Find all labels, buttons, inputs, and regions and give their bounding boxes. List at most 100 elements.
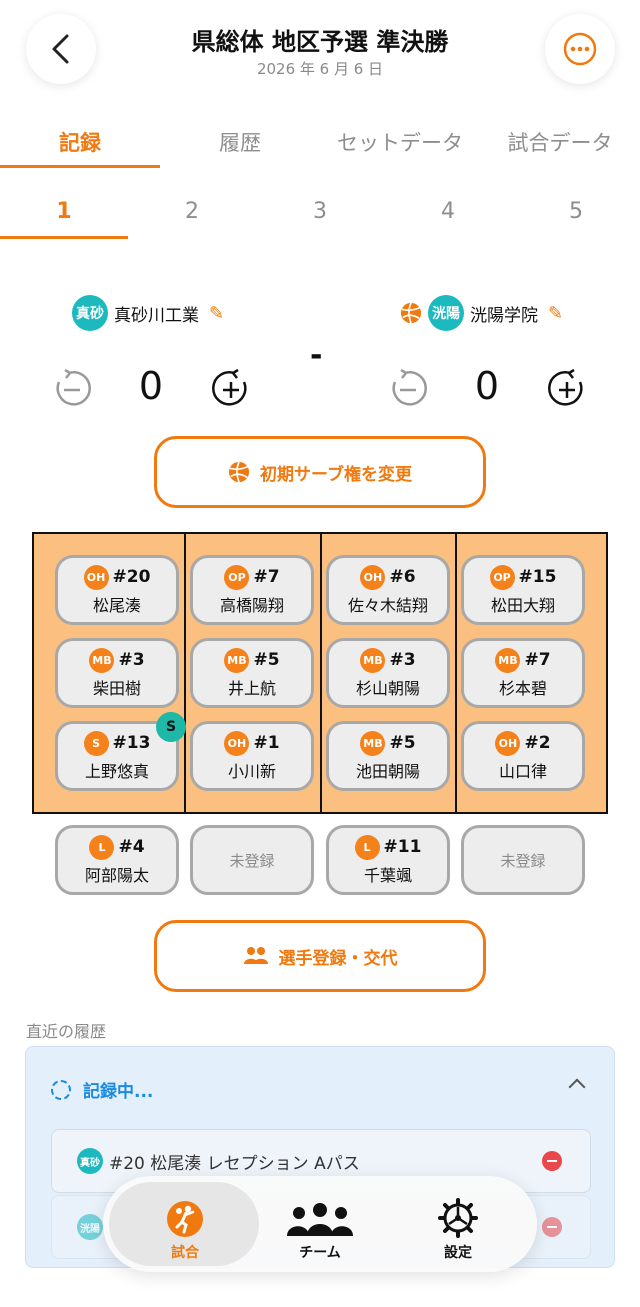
set-tab-3[interactable]: 3 bbox=[256, 190, 384, 234]
change-initial-serve-label: 初期サーブ権を変更 bbox=[260, 464, 412, 485]
player-card[interactable]: OP #15 松田大翔 bbox=[461, 555, 585, 625]
libero-card-empty[interactable]: 未登録 bbox=[190, 825, 314, 895]
home-team: 真砂 真砂川工業 ✎ bbox=[72, 295, 224, 331]
more-options-icon bbox=[563, 32, 597, 66]
home-team-name: 真砂川工業 bbox=[114, 305, 199, 326]
position-badge: L bbox=[89, 834, 115, 860]
player-name: 小川新 bbox=[227, 761, 276, 781]
nav-label-match: 試合 bbox=[171, 1245, 199, 1261]
recording-status: 記録中... bbox=[51, 1077, 153, 1102]
player-number: #5 bbox=[389, 733, 416, 753]
position-badge: OH bbox=[360, 564, 386, 590]
player-register-button[interactable]: 選手登録・交代 bbox=[154, 920, 486, 992]
nav-label-settings: 設定 bbox=[444, 1245, 472, 1261]
player-number: #1 bbox=[253, 733, 280, 753]
court-divider bbox=[455, 534, 457, 812]
player-name: 阿部陽太 bbox=[84, 865, 149, 885]
player-card[interactable]: OH #20 松尾湊 bbox=[55, 555, 179, 625]
position-badge: MB bbox=[495, 647, 521, 673]
player-card[interactable]: MB #7 杉本碧 bbox=[461, 638, 585, 708]
away-score-undo-icon[interactable] bbox=[387, 368, 429, 410]
player-name: 上野悠真 bbox=[84, 761, 149, 781]
home-team-badge: 真砂 bbox=[72, 295, 108, 331]
player-card[interactable]: OH #6 佐々木結翔 bbox=[326, 555, 450, 625]
player-name: 池田朝陽 bbox=[355, 761, 420, 781]
recording-label: 記録中... bbox=[83, 1082, 154, 1102]
set-tab-1[interactable]: 1 bbox=[0, 190, 128, 234]
player-number: #5 bbox=[253, 650, 280, 670]
player-card[interactable]: OP #7 高橋陽翔 bbox=[190, 555, 314, 625]
player-name: 杉山朝陽 bbox=[355, 678, 420, 698]
delete-history-button[interactable] bbox=[542, 1217, 562, 1237]
nav-item-settings[interactable]: 設定 bbox=[398, 1186, 518, 1262]
nav-item-match[interactable]: 試合 bbox=[125, 1186, 245, 1262]
player-name: 山口律 bbox=[498, 761, 547, 781]
court-center-line bbox=[320, 534, 322, 812]
player-name: 松尾湊 bbox=[92, 595, 141, 615]
team-badge: 真砂 bbox=[77, 1148, 103, 1174]
recent-history-label: 直近の履歴 bbox=[26, 1022, 107, 1041]
tab-match-data[interactable]: 試合データ bbox=[490, 124, 630, 170]
libero-card[interactable]: L #11 千葉颯 bbox=[326, 825, 450, 895]
tab-record[interactable]: 記録 bbox=[0, 124, 160, 170]
player-number: #3 bbox=[118, 650, 145, 670]
set-tab-4[interactable]: 4 bbox=[384, 190, 512, 234]
unregistered-label: 未登録 bbox=[500, 851, 546, 870]
player-number: #4 bbox=[118, 837, 145, 857]
set-tab-5[interactable]: 5 bbox=[512, 190, 640, 234]
home-score-add-icon[interactable] bbox=[210, 368, 252, 410]
court-divider bbox=[184, 534, 186, 812]
player-card[interactable]: MB #3 柴田樹 bbox=[55, 638, 179, 708]
nav-label-team: チーム bbox=[299, 1245, 341, 1261]
player-card[interactable]: OH #1 小川新 bbox=[190, 721, 314, 791]
match-date: 2026 年 6 月 6 日 bbox=[256, 60, 384, 78]
position-badge: OH bbox=[495, 730, 521, 756]
away-score-add-icon[interactable] bbox=[546, 368, 588, 410]
player-name: 井上航 bbox=[227, 678, 276, 698]
player-number: #7 bbox=[524, 650, 551, 670]
player-number: #20 bbox=[112, 567, 151, 587]
position-badge: MB bbox=[360, 730, 386, 756]
bottom-navigation: 試合 チーム 設定 bbox=[103, 1176, 537, 1272]
position-badge: OH bbox=[224, 730, 250, 756]
libero-card-empty[interactable]: 未登録 bbox=[461, 825, 585, 895]
setter-badge: S bbox=[156, 712, 186, 742]
tab-history[interactable]: 履歴 bbox=[160, 124, 320, 170]
edit-home-team-icon[interactable]: ✎ bbox=[209, 303, 224, 324]
player-register-label: 選手登録・交代 bbox=[278, 948, 398, 969]
more-options-button[interactable] bbox=[545, 14, 615, 84]
unregistered-label: 未登録 bbox=[229, 851, 275, 870]
set-tab-2[interactable]: 2 bbox=[128, 190, 256, 234]
player-card[interactable]: MB #5 池田朝陽 bbox=[326, 721, 450, 791]
libero-card[interactable]: L #4 阿部陽太 bbox=[55, 825, 179, 895]
people-icon bbox=[243, 947, 268, 964]
position-badge: OH bbox=[83, 564, 109, 590]
tab-set-data[interactable]: セットデータ bbox=[320, 124, 480, 170]
position-badge: MB bbox=[360, 647, 386, 673]
top-bar: 県総体 地区予選 準決勝 2026 年 6 月 6 日 bbox=[0, 0, 640, 110]
home-score-undo-icon[interactable] bbox=[51, 368, 93, 410]
player-name: 佐々木結翔 bbox=[347, 595, 428, 615]
player-number: #3 bbox=[389, 650, 416, 670]
position-badge: MB bbox=[89, 647, 115, 673]
edit-away-team-icon[interactable]: ✎ bbox=[548, 303, 563, 324]
player-name: 杉本碧 bbox=[498, 678, 547, 698]
player-number: #6 bbox=[389, 567, 416, 587]
delete-history-button[interactable] bbox=[542, 1151, 562, 1171]
player-number: #2 bbox=[524, 733, 551, 753]
player-card[interactable]: MB #5 井上航 bbox=[190, 638, 314, 708]
history-item-text: #20 松尾湊 レセプション Aパス bbox=[109, 1153, 360, 1174]
collapse-chevron-icon[interactable] bbox=[568, 1078, 586, 1096]
team-badge: 洸陽 bbox=[77, 1214, 103, 1240]
change-initial-serve-button[interactable]: 初期サーブ権を変更 bbox=[154, 436, 486, 508]
player-card[interactable]: MB #3 杉山朝陽 bbox=[326, 638, 450, 708]
player-card[interactable]: OH #2 山口律 bbox=[461, 721, 585, 791]
volleyball-player-icon bbox=[167, 1201, 203, 1237]
score-separator: - bbox=[310, 338, 323, 373]
player-number: #15 bbox=[518, 567, 557, 587]
player-name: 松田大翔 bbox=[490, 595, 555, 615]
match-title: 県総体 地区予選 準決勝 bbox=[191, 28, 449, 56]
player-name: 高橋陽翔 bbox=[219, 595, 284, 615]
player-number: #7 bbox=[253, 567, 280, 587]
nav-item-team[interactable]: チーム bbox=[260, 1186, 380, 1262]
